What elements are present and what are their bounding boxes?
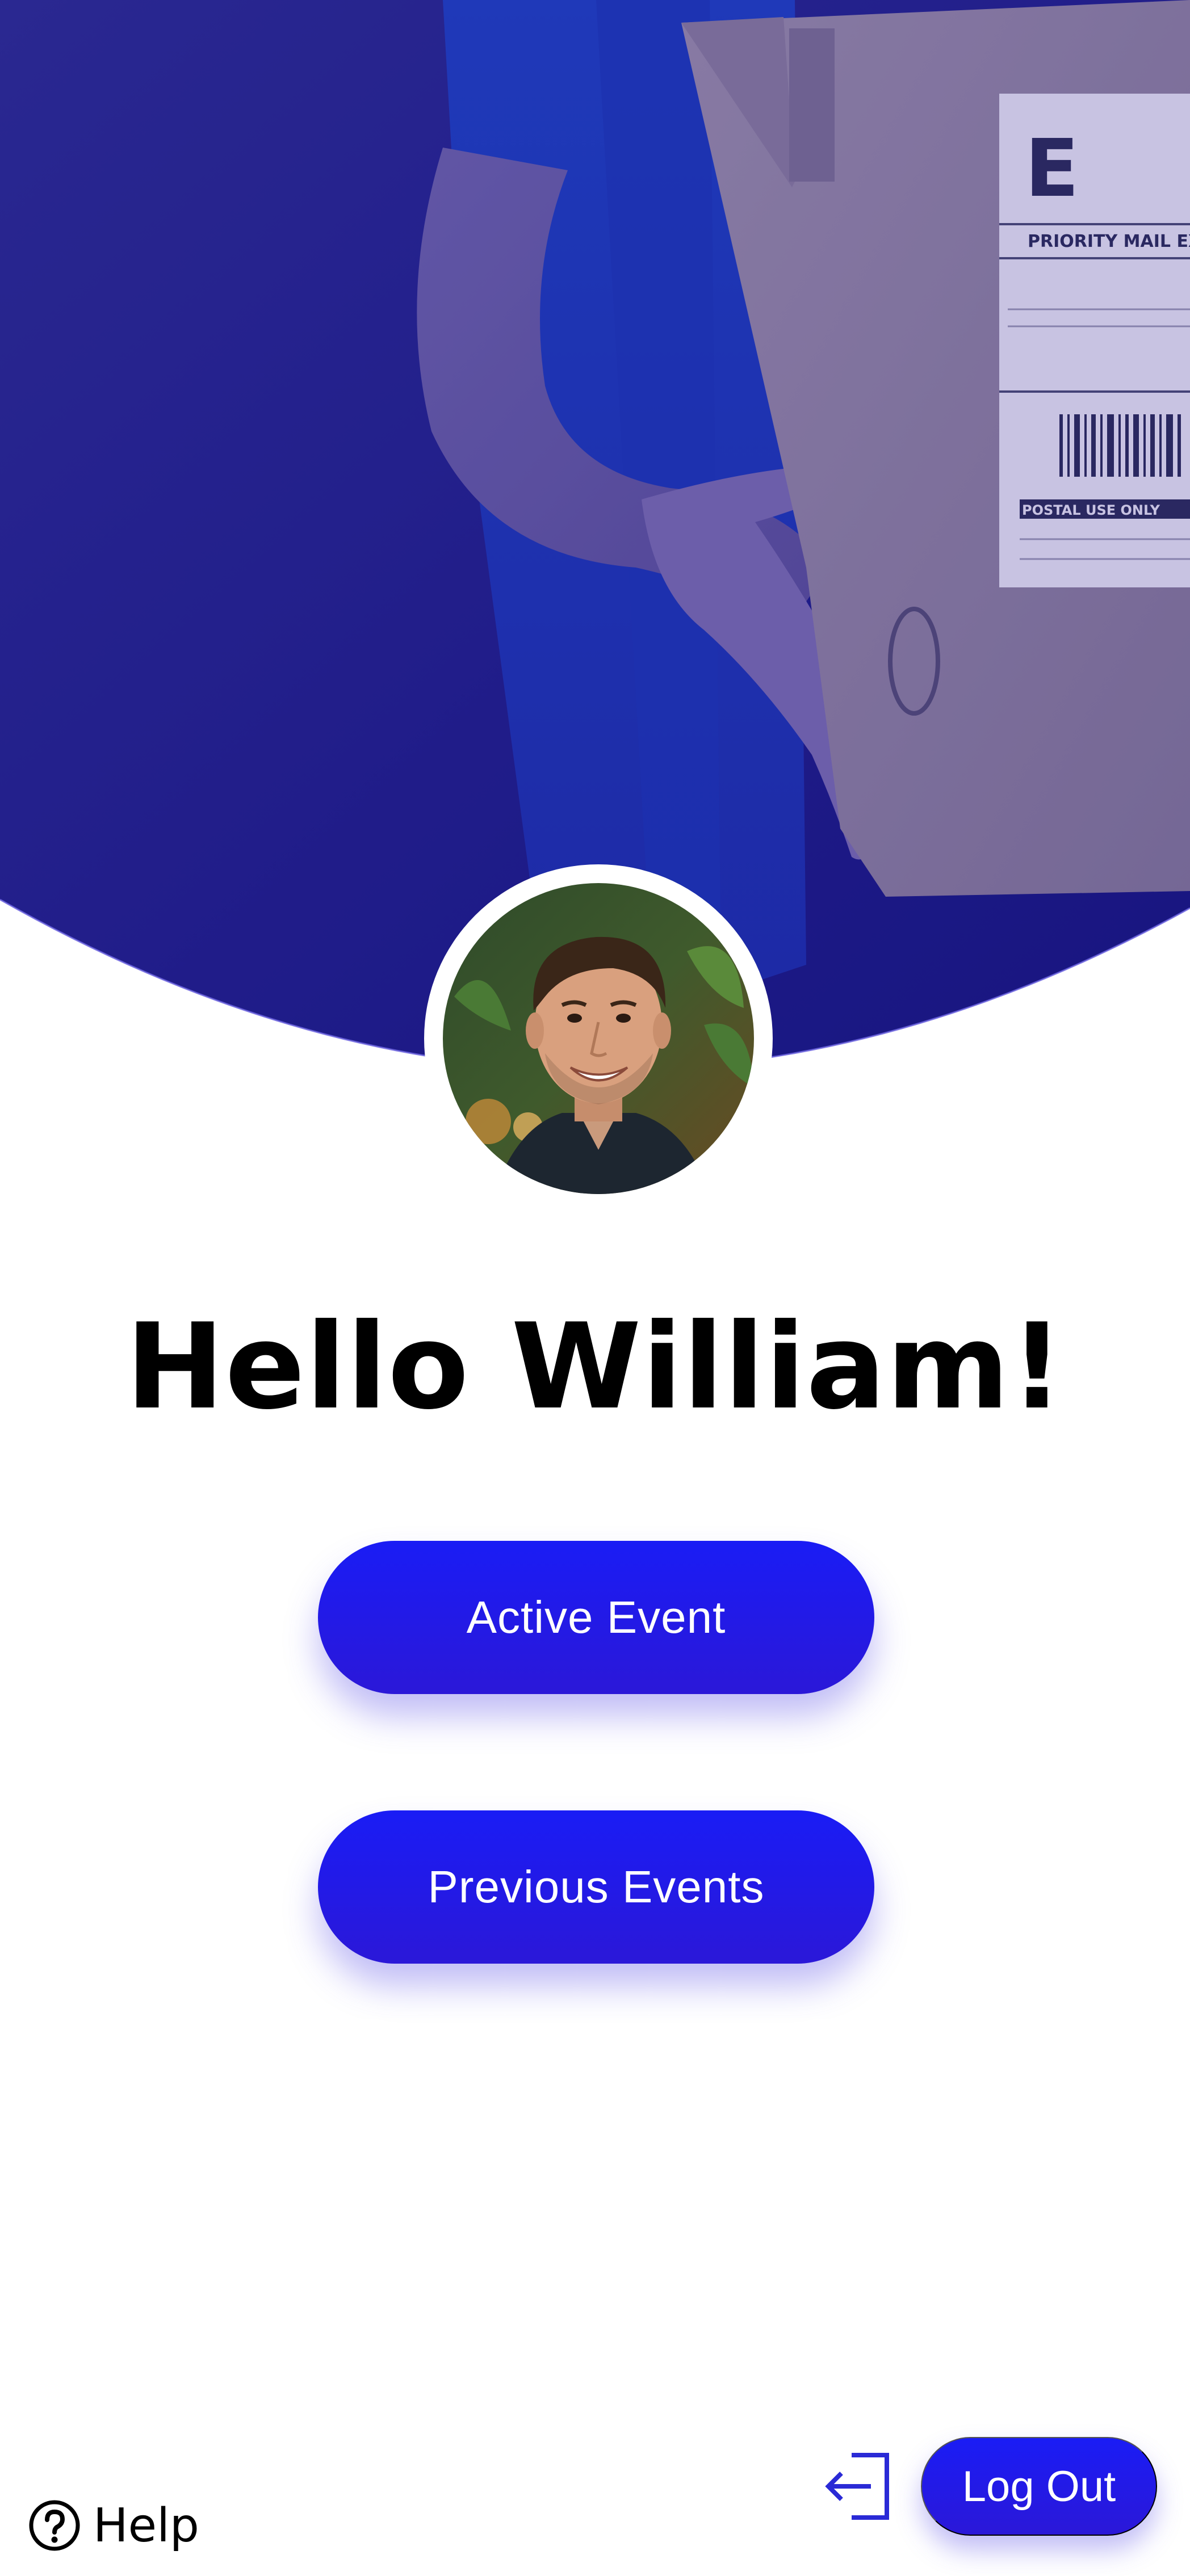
help-label: Help: [93, 2498, 199, 2553]
question-circle-icon: [29, 2500, 80, 2551]
home-screen: E PRIORITY MAIL EXPR: [0, 0, 1190, 2576]
avatar[interactable]: [443, 883, 754, 1194]
help-link[interactable]: Help: [28, 2494, 199, 2557]
previous-events-button[interactable]: Previous Events: [318, 1810, 874, 1964]
active-event-button[interactable]: Active Event: [318, 1541, 874, 1694]
log-out-button[interactable]: Log Out: [921, 2437, 1157, 2536]
greeting-title: Hello William!: [125, 1298, 1065, 1436]
sign-out-icon[interactable]: [823, 2452, 891, 2521]
